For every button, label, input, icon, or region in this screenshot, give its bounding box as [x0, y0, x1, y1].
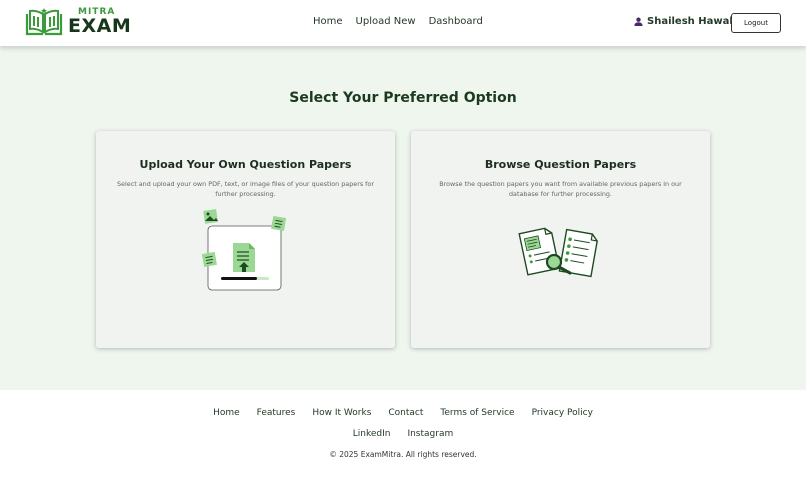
top-navbar: MITRA EXAM Home Upload New Dashboard Sha…: [0, 0, 806, 46]
main-content: Select Your Preferred Option Upload Your…: [0, 46, 806, 390]
footer-link-contact[interactable]: Contact: [388, 408, 423, 418]
nav-dashboard[interactable]: Dashboard: [429, 16, 483, 27]
footer-social-links: LinkedIn Instagram: [0, 429, 806, 439]
footer-link-home[interactable]: Home: [213, 408, 240, 418]
browse-card-description: Browse the question papers you want from…: [439, 180, 682, 198]
nav-upload-new[interactable]: Upload New: [356, 16, 416, 27]
user-name: Shailesh Hawale: [647, 16, 740, 27]
exam-mitra-logo[interactable]: MITRA EXAM: [24, 6, 131, 38]
footer-link-linkedin[interactable]: LinkedIn: [353, 429, 391, 439]
main-nav: Home Upload New Dashboard: [313, 16, 483, 27]
upload-document-icon: [201, 209, 287, 291]
footer-link-how-it-works[interactable]: How It Works: [312, 408, 371, 418]
footer: Home Features How It Works Contact Terms…: [0, 390, 806, 485]
browse-card-title: Browse Question Papers: [484, 158, 637, 171]
nav-home[interactable]: Home: [313, 16, 343, 27]
upload-card-title: Upload Your Own Question Papers: [139, 158, 352, 171]
upload-option-card[interactable]: Upload Your Own Question Papers Select a…: [96, 131, 395, 348]
logo-text-exam: EXAM: [68, 15, 132, 37]
user-profile[interactable]: Shailesh Hawale: [634, 16, 740, 27]
upload-card-description: Select and upload your own PDF, text, or…: [117, 180, 374, 198]
footer-links: Home Features How It Works Contact Terms…: [0, 408, 806, 418]
copyright-text: © 2025 ExamMitra. All rights reserved.: [329, 450, 477, 459]
user-icon: [634, 17, 643, 26]
logout-button[interactable]: Logout: [731, 13, 781, 33]
footer-link-terms[interactable]: Terms of Service: [440, 408, 514, 418]
browse-papers-icon: [518, 227, 598, 278]
footer-link-privacy[interactable]: Privacy Policy: [532, 408, 593, 418]
book-logo-icon: [25, 8, 63, 36]
footer-link-instagram[interactable]: Instagram: [407, 429, 453, 439]
page-title: Select Your Preferred Option: [289, 90, 517, 106]
browse-option-card[interactable]: Browse Question Papers Browse the questi…: [411, 131, 710, 348]
footer-link-features[interactable]: Features: [257, 408, 296, 418]
